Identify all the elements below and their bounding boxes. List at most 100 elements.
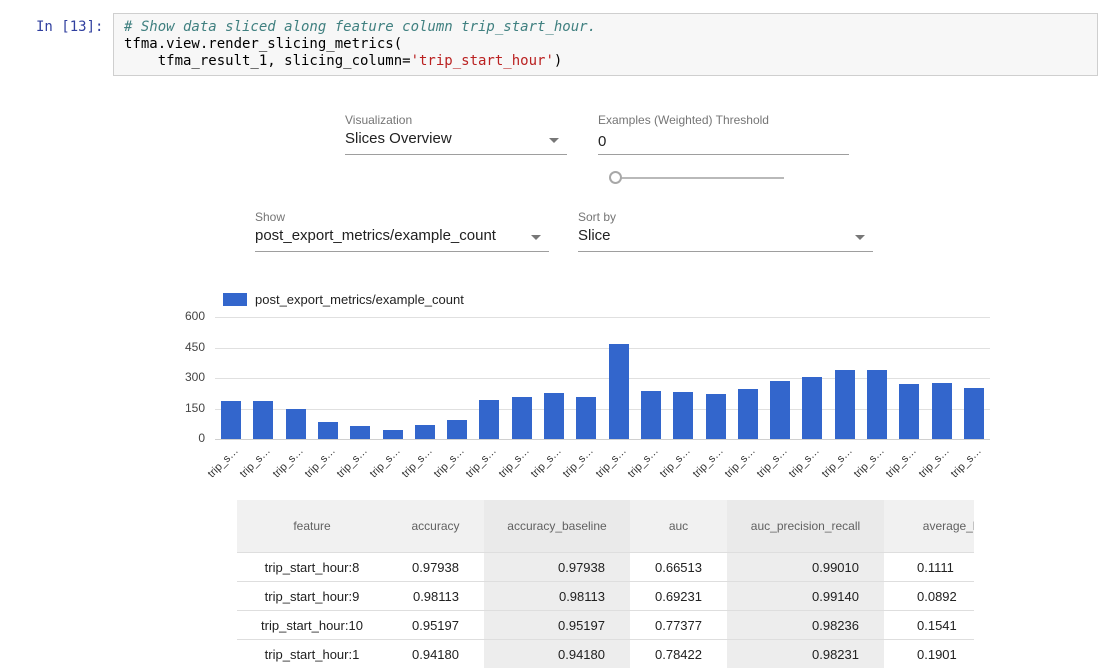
code-token: tfma_result_1, slicing_column= <box>124 53 411 69</box>
chart-bar[interactable] <box>253 401 273 439</box>
chart-bar[interactable] <box>964 388 984 439</box>
chart-bar[interactable] <box>899 384 919 439</box>
visualization-value: Slices Overview <box>345 129 567 149</box>
code-token: # Show data sliced along feature column … <box>124 19 596 35</box>
table-row: trip_start_hour:80.979380.979380.665130.… <box>237 552 974 581</box>
sort-by-dropdown[interactable]: Slice <box>578 226 873 252</box>
metric-cell: 0.77377 <box>630 611 727 639</box>
chart-bar[interactable] <box>286 409 306 439</box>
column-header-feature[interactable]: feature <box>237 500 387 552</box>
chart-bar[interactable] <box>576 397 596 439</box>
show-metric-value: post_export_metrics/example_count <box>255 226 549 246</box>
chart-bar[interactable] <box>641 391 661 439</box>
chart-gridline <box>215 348 990 349</box>
chart-bar[interactable] <box>512 397 532 439</box>
chart-bar[interactable] <box>447 420 467 439</box>
chart-bar[interactable] <box>835 370 855 439</box>
column-header-auc_precision_recall[interactable]: auc_precision_recall <box>727 500 884 552</box>
code-line: # Show data sliced along feature column … <box>124 19 1087 36</box>
slices-bar-chart <box>215 317 990 439</box>
y-axis-tick-label: 450 <box>153 340 205 354</box>
chart-bar[interactable] <box>609 344 629 439</box>
table-body: trip_start_hour:80.979380.979380.665130.… <box>237 552 974 668</box>
table-row: trip_start_hour:100.951970.951970.773770… <box>237 610 974 639</box>
chevron-down-icon <box>855 235 865 240</box>
metric-cell: 0.0892 <box>884 582 974 610</box>
column-header-accuracy_baseline[interactable]: accuracy_baseline <box>484 500 630 552</box>
chart-bar[interactable] <box>350 426 370 439</box>
metric-cell: 0.97938 <box>484 553 630 581</box>
chart-bar[interactable] <box>867 370 887 439</box>
table-header-row: featureaccuracyaccuracy_baselineaucauc_p… <box>237 500 974 552</box>
metric-cell: 0.98231 <box>727 640 884 668</box>
metrics-table: featureaccuracyaccuracy_baselineaucauc_p… <box>237 500 974 668</box>
chart-bar[interactable] <box>673 392 693 439</box>
column-header-auc[interactable]: auc <box>630 500 727 552</box>
metric-cell: 0.95197 <box>484 611 630 639</box>
chevron-down-icon <box>531 235 541 240</box>
legend-swatch <box>223 293 247 306</box>
chart-bar[interactable] <box>479 400 499 439</box>
chart-bar[interactable] <box>221 401 241 439</box>
metric-cell: 0.95197 <box>387 611 484 639</box>
visualization-dropdown[interactable]: Slices Overview <box>345 129 567 155</box>
code-token: tfma.view.render_slicing_metrics( <box>124 36 402 52</box>
code-token: ) <box>554 53 562 69</box>
y-axis-tick-label: 300 <box>153 370 205 384</box>
chart-bar[interactable] <box>383 430 403 439</box>
chart-bar[interactable] <box>932 383 952 439</box>
show-label: Show <box>255 210 285 224</box>
chart-bar[interactable] <box>706 394 726 439</box>
metric-cell: 0.98113 <box>387 582 484 610</box>
threshold-input[interactable] <box>598 129 849 155</box>
code-editor[interactable]: # Show data sliced along feature column … <box>113 13 1098 76</box>
chart-bar[interactable] <box>415 425 435 439</box>
legend-label: post_export_metrics/example_count <box>255 292 464 307</box>
feature-cell: trip_start_hour:10 <box>237 611 387 639</box>
slider-knob[interactable] <box>609 171 622 184</box>
show-metric-dropdown[interactable]: post_export_metrics/example_count <box>255 226 549 252</box>
y-axis-labels: 0150300450600 <box>153 317 205 447</box>
threshold-slider[interactable] <box>609 170 784 185</box>
y-axis-tick-label: 0 <box>153 431 205 445</box>
y-axis-tick-label: 150 <box>153 401 205 415</box>
metric-cell: 0.99140 <box>727 582 884 610</box>
metric-cell: 0.99010 <box>727 553 884 581</box>
column-header-accuracy[interactable]: accuracy <box>387 500 484 552</box>
feature-cell: trip_start_hour:9 <box>237 582 387 610</box>
metric-cell: 0.69231 <box>630 582 727 610</box>
code-line: tfma_result_1, slicing_column='trip_star… <box>124 53 1087 70</box>
chart-gridline <box>215 439 990 440</box>
column-header-average_los[interactable]: average_los <box>884 500 974 552</box>
code-lines: # Show data sliced along feature column … <box>124 19 1087 70</box>
code-token: 'trip_start_hour' <box>411 53 554 69</box>
slider-track[interactable] <box>617 177 784 179</box>
chart-bar[interactable] <box>318 422 338 439</box>
metric-cell: 0.98236 <box>727 611 884 639</box>
chart-legend: post_export_metrics/example_count <box>223 292 464 307</box>
chart-bar[interactable] <box>802 377 822 439</box>
table-row: trip_start_hour:90.981130.981130.692310.… <box>237 581 974 610</box>
metric-cell: 0.1541 <box>884 611 974 639</box>
feature-cell: trip_start_hour:1 <box>237 640 387 668</box>
code-line: tfma.view.render_slicing_metrics( <box>124 36 1087 53</box>
cell-input-prompt: In [13]: <box>36 19 103 35</box>
sort-by-label: Sort by <box>578 210 616 224</box>
metric-cell: 0.78422 <box>630 640 727 668</box>
metric-cell: 0.1111 <box>884 553 974 581</box>
table-row: trip_start_hour:10.941800.941800.784220.… <box>237 639 974 668</box>
metric-cell: 0.98113 <box>484 582 630 610</box>
feature-cell: trip_start_hour:8 <box>237 553 387 581</box>
y-axis-tick-label: 600 <box>153 309 205 323</box>
metric-cell: 0.94180 <box>387 640 484 668</box>
chart-bar[interactable] <box>544 393 564 439</box>
visualization-label: Visualization <box>345 113 412 127</box>
metric-cell: 0.66513 <box>630 553 727 581</box>
chart-gridline <box>215 317 990 318</box>
chart-bar[interactable] <box>770 381 790 439</box>
x-axis-labels: trip_s…trip_s…trip_s…trip_s…trip_s…trip_… <box>215 441 990 489</box>
chart-bar[interactable] <box>738 389 758 439</box>
chevron-down-icon <box>549 138 559 143</box>
metric-cell: 0.97938 <box>387 553 484 581</box>
metric-cell: 0.94180 <box>484 640 630 668</box>
